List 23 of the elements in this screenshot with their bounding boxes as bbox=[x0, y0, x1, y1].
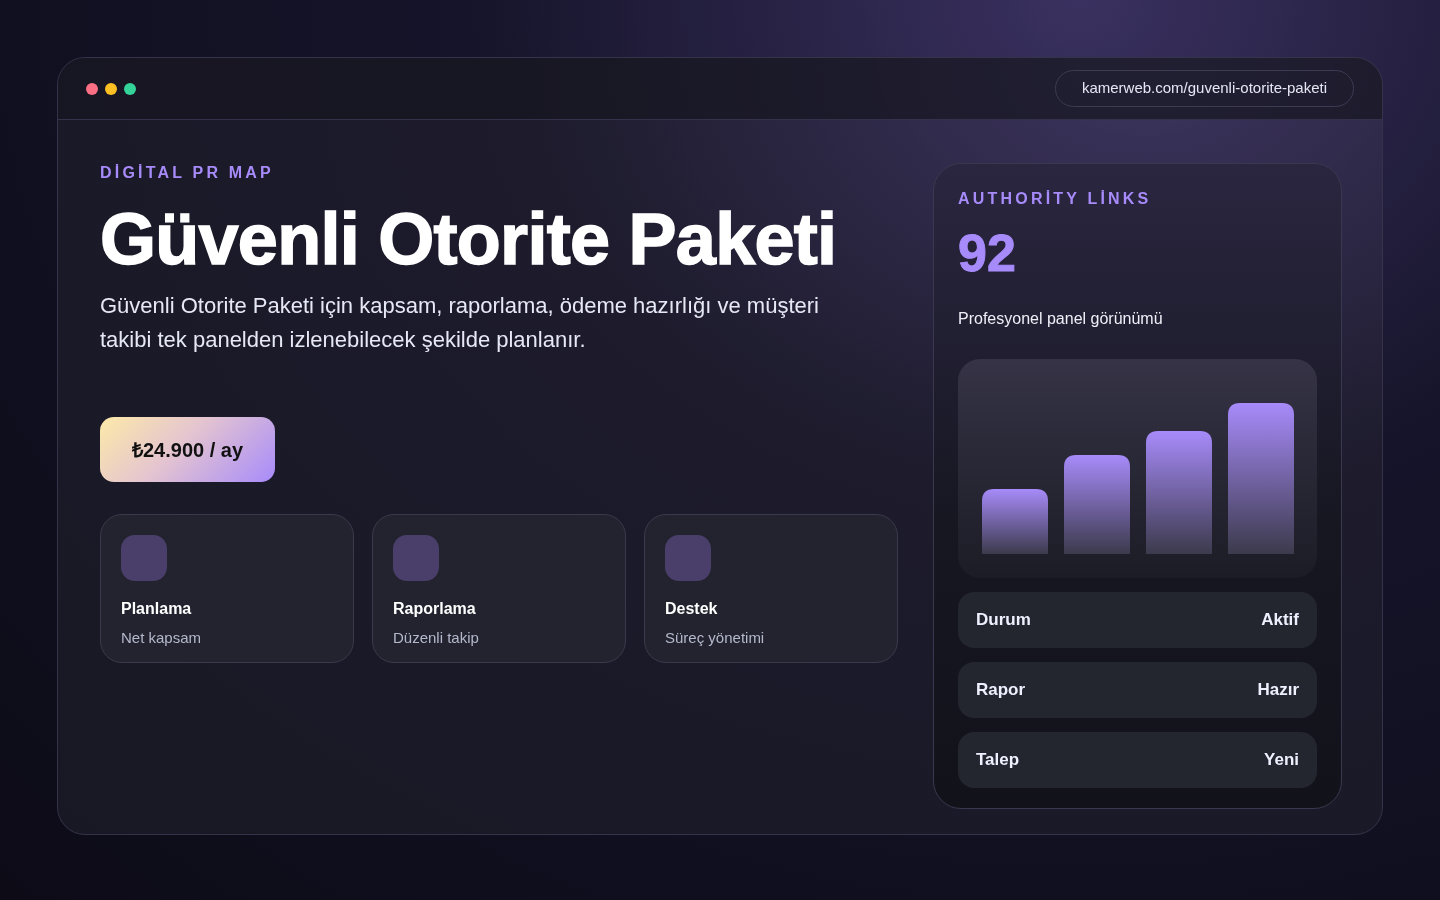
score-value: 92 bbox=[958, 227, 1017, 279]
feature-subtitle: Net kapsam bbox=[121, 628, 203, 648]
feature-title: Raporlama bbox=[393, 599, 477, 619]
status-label: Rapor bbox=[976, 679, 1026, 702]
status-label: Talep bbox=[976, 749, 1020, 772]
feature-icon bbox=[393, 535, 439, 581]
feature-subtitle: Düzenli takip bbox=[393, 628, 480, 648]
price-button[interactable]: ₺24.900 / ay bbox=[100, 417, 276, 482]
feature-title: Destek bbox=[665, 599, 719, 619]
description-text: Güvenli Otorite Paketi için kapsam, raporlama, ödeme hazırlığı ve müşteri takibi tek panelden izlenebilecek şekilde planlanır. bbox=[100, 292, 820, 354]
status-label: Durum bbox=[976, 609, 1031, 632]
status-value: Aktif bbox=[1261, 609, 1299, 632]
feature-icon bbox=[665, 535, 711, 581]
chart-bar bbox=[982, 489, 1048, 554]
page-title: Güvenli Otorite Paketi bbox=[100, 203, 838, 275]
feature-icon bbox=[121, 535, 167, 581]
eyebrow-label: DİGİTAL PR MAP bbox=[100, 165, 275, 181]
status-value: Yeni bbox=[1264, 749, 1299, 772]
feature-title: Planlama bbox=[121, 599, 193, 619]
panel-eyebrow: AUTHORİTY LİNKS bbox=[958, 191, 1153, 207]
panel-caption: Profesyonel panel görünümü bbox=[958, 309, 1164, 329]
feature-subtitle: Süreç yönetimi bbox=[665, 628, 766, 648]
status-value: Hazır bbox=[1257, 679, 1299, 702]
